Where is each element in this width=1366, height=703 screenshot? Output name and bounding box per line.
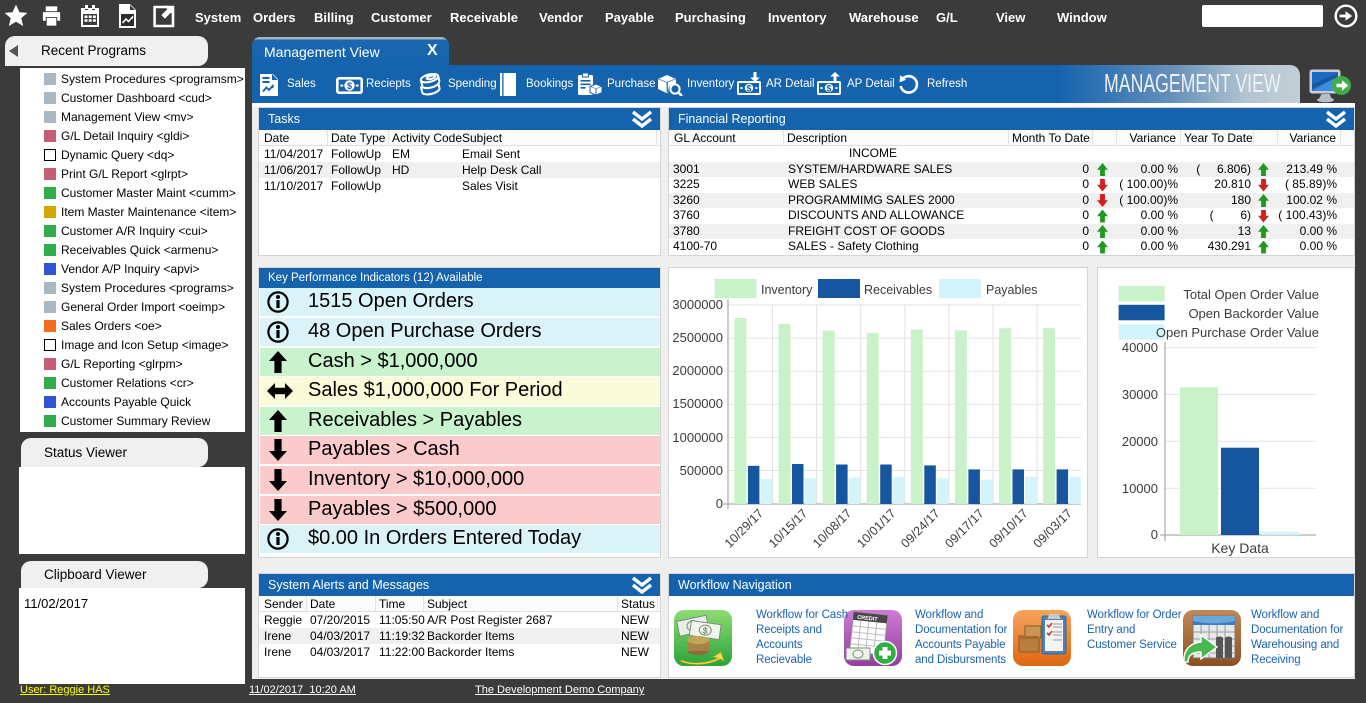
svg-text:10000: 10000 xyxy=(1122,481,1158,496)
svg-text:2500000: 2500000 xyxy=(672,330,723,345)
svg-text:Total Open Order Value: Total Open Order Value xyxy=(1183,287,1319,302)
svg-text:20000: 20000 xyxy=(1122,434,1158,449)
svg-text:3000000: 3000000 xyxy=(672,297,723,312)
svg-text:1000000: 1000000 xyxy=(672,430,723,445)
svg-text:Payables: Payables xyxy=(986,283,1037,297)
svg-text:10/01/17: 10/01/17 xyxy=(854,506,898,550)
svg-text:Open Backorder Value: Open Backorder Value xyxy=(1188,306,1319,321)
svg-text:10/29/17: 10/29/17 xyxy=(722,506,766,550)
svg-text:1500000: 1500000 xyxy=(672,396,723,411)
svg-text:0: 0 xyxy=(716,496,723,511)
svg-text:2000000: 2000000 xyxy=(672,363,723,378)
svg-text:500000: 500000 xyxy=(680,463,723,478)
svg-text:0: 0 xyxy=(1151,527,1158,542)
svg-text:Key Data: Key Data xyxy=(1211,540,1269,556)
svg-text:Receivables: Receivables xyxy=(864,283,932,297)
svg-text:30000: 30000 xyxy=(1122,387,1158,402)
svg-text:40000: 40000 xyxy=(1122,340,1158,355)
svg-text:Open Purchase Order Value: Open Purchase Order Value xyxy=(1156,325,1319,340)
svg-text:$: $ xyxy=(747,83,752,93)
svg-text:Inventory: Inventory xyxy=(761,283,813,297)
svg-text:09/17/17: 09/17/17 xyxy=(942,506,986,550)
svg-text:10/08/17: 10/08/17 xyxy=(810,506,854,550)
svg-text:$: $ xyxy=(827,83,832,93)
svg-text:10/15/17: 10/15/17 xyxy=(766,506,810,550)
svg-text:09/10/17: 09/10/17 xyxy=(986,506,1030,550)
svg-text:09/03/17: 09/03/17 xyxy=(1031,506,1075,550)
svg-text:$: $ xyxy=(347,81,352,91)
svg-text:09/24/17: 09/24/17 xyxy=(898,506,942,550)
